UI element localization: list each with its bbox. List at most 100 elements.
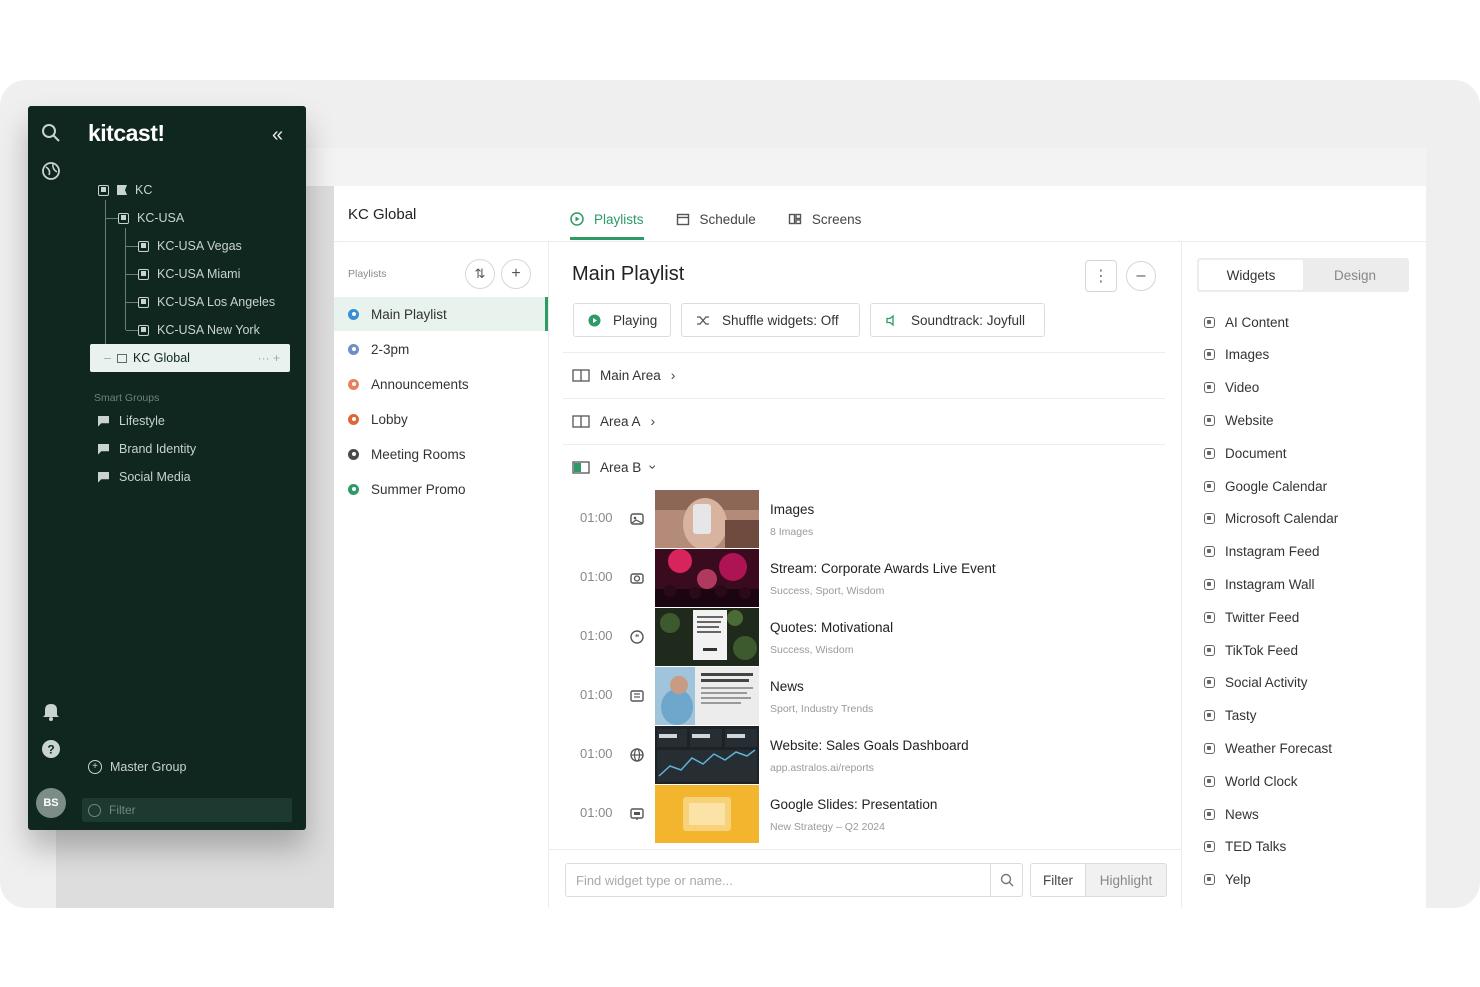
widget-type-item[interactable]: Google Calendar <box>1204 476 1327 496</box>
tab-screens[interactable]: Screens <box>788 206 861 232</box>
playlist-item[interactable]: Meeting Rooms <box>334 437 548 471</box>
widget-type-icon <box>1204 447 1215 459</box>
checkbox-icon[interactable] <box>138 296 149 308</box>
widget-row[interactable]: 01:00 Google Slides: Presentation New Stra… <box>580 785 1140 844</box>
tree-connector <box>105 200 106 352</box>
widget-search-input[interactable]: Find widget type or name... <box>565 863 1023 897</box>
playlist-item[interactable]: 2-3pm <box>334 332 548 366</box>
area-divider <box>563 444 1165 445</box>
sidebar-filter-input[interactable]: Filter <box>82 798 292 822</box>
highlight-button[interactable]: Highlight <box>1085 863 1167 897</box>
widget-type-item[interactable]: TikTok Feed <box>1204 640 1298 660</box>
widget-type-label: Instagram Feed <box>1225 544 1320 560</box>
widget-type-item[interactable]: World Clock <box>1204 771 1298 791</box>
widget-row[interactable]: 01:00 Stream: Corporate Awards Live Event… <box>580 549 1140 608</box>
collapse-sidebar-icon[interactable]: « <box>272 124 283 147</box>
widget-type-item[interactable]: Social Activity <box>1204 673 1308 693</box>
tab-widgets[interactable]: Widgets <box>1199 260 1303 290</box>
smart-group-item[interactable]: Social Media <box>98 467 191 487</box>
area-b[interactable]: Area B › <box>572 457 662 477</box>
widget-duration[interactable]: 01:00 <box>580 805 613 820</box>
widget-duration[interactable]: 01:00 <box>580 628 613 643</box>
collapse-playlist-button[interactable]: – <box>1126 261 1156 291</box>
widget-row[interactable]: 01:00 Website: Sales Goals Dashboard app.a… <box>580 726 1140 785</box>
bell-icon[interactable] <box>40 700 62 722</box>
widget-type-item[interactable]: Instagram Wall <box>1204 574 1315 594</box>
tree-item-location[interactable]: KC-USA Los Angeles <box>138 291 275 313</box>
shuffle-button[interactable]: Shuffle widgets: Off <box>681 303 860 337</box>
row-actions[interactable]: ··· + <box>258 351 280 365</box>
tree-item-kc-usa[interactable]: KC-USA <box>118 207 184 229</box>
more-vertical-icon: ⋮ <box>1093 268 1109 285</box>
playlists-label: Playlists <box>348 268 387 280</box>
widget-type-item[interactable]: Images <box>1204 345 1269 365</box>
playlist-item[interactable]: Lobby <box>334 402 548 436</box>
tree-item-kc-global[interactable]: – KC Global ··· + <box>90 344 290 372</box>
sort-button[interactable]: ⇅ <box>465 259 495 289</box>
widget-duration[interactable]: 01:00 <box>580 569 613 584</box>
checkbox-icon[interactable] <box>118 212 129 224</box>
checkbox-icon[interactable] <box>138 268 149 280</box>
smart-group-item[interactable]: Lifestyle <box>98 411 165 431</box>
widget-type-label: Video <box>1225 380 1260 396</box>
widget-row[interactable]: 01:00 News Sport, Industry Trends <box>580 667 1140 726</box>
widget-type-item[interactable]: Document <box>1204 443 1287 463</box>
checkbox-icon[interactable] <box>98 184 109 196</box>
master-group[interactable]: + Master Group <box>88 760 186 774</box>
playlist-item[interactable]: Announcements <box>334 367 548 401</box>
tree-item-label: KC-USA Miami <box>157 267 241 281</box>
widget-type-item[interactable]: AI Content <box>1204 312 1289 332</box>
filter-button[interactable]: Filter <box>1030 863 1086 897</box>
tree-item-label: KC-USA Los Angeles <box>157 295 276 309</box>
widget-type-item[interactable]: Twitter Feed <box>1204 607 1299 627</box>
area-main[interactable]: Main Area › <box>572 365 675 385</box>
widget-type-item[interactable]: Tasty <box>1204 706 1257 726</box>
widget-type-item[interactable]: Instagram Feed <box>1204 542 1320 562</box>
soundtrack-button[interactable]: Soundtrack: Joyfull <box>870 303 1045 337</box>
widget-thumbnail[interactable] <box>655 608 759 666</box>
widget-thumbnail[interactable] <box>655 667 759 725</box>
widget-type-item[interactable]: Website <box>1204 410 1274 430</box>
widget-duration[interactable]: 01:00 <box>580 687 613 702</box>
widget-type-item[interactable]: Weather Forecast <box>1204 738 1332 758</box>
master-group-label: Master Group <box>110 760 187 774</box>
checkbox-icon[interactable] <box>138 324 149 336</box>
globe-icon[interactable] <box>40 160 62 182</box>
status-dot-icon <box>348 413 359 425</box>
widget-duration[interactable]: 01:00 <box>580 746 613 761</box>
smart-group-item[interactable]: Brand Identity <box>98 439 196 459</box>
widget-thumbnail[interactable] <box>655 490 759 548</box>
widget-type-item[interactable]: Yelp <box>1204 870 1251 890</box>
checkbox-icon[interactable] <box>138 240 149 252</box>
widget-thumbnail[interactable] <box>655 785 759 843</box>
tab-playlists[interactable]: Playlists <box>570 206 644 240</box>
add-playlist-button[interactable]: + <box>501 259 531 289</box>
widget-thumbnail[interactable] <box>655 549 759 607</box>
widget-row[interactable]: 01:00 ❝ Quotes: Motivational Success, Wisdo… <box>580 608 1140 667</box>
tab-schedule[interactable]: Schedule <box>676 206 756 232</box>
widget-type-item[interactable]: TED Talks <box>1204 837 1286 857</box>
avatar[interactable]: BS <box>36 788 66 818</box>
tree-item-label: KC-USA New York <box>157 323 260 337</box>
tree-item-location[interactable]: KC-USA Vegas <box>138 235 242 257</box>
tree-item-kc[interactable]: KC <box>98 179 152 201</box>
help-icon[interactable]: ? <box>40 738 62 760</box>
search-button[interactable] <box>990 863 1023 897</box>
playlist-item[interactable]: Main Playlist <box>334 297 548 331</box>
widget-type-item[interactable]: Video <box>1204 378 1259 398</box>
area-a[interactable]: Area A › <box>572 411 655 431</box>
widget-duration[interactable]: 01:00 <box>580 510 613 525</box>
tab-design[interactable]: Design <box>1303 260 1407 290</box>
playing-status-button[interactable]: Playing <box>573 303 671 337</box>
widget-row[interactable]: 01:00 Images 8 Images <box>580 490 1140 549</box>
tree-item-location[interactable]: KC-USA Miami <box>138 263 240 285</box>
more-options-button[interactable]: ⋮ <box>1085 260 1117 292</box>
tree-item-location[interactable]: KC-USA New York <box>138 319 260 341</box>
widget-type-item[interactable]: News <box>1204 804 1259 824</box>
search-icon[interactable] <box>40 122 62 144</box>
widget-thumbnail[interactable] <box>655 726 759 784</box>
playlist-item[interactable]: Summer Promo <box>334 472 548 506</box>
widget-type-label: Social Activity <box>1225 675 1308 691</box>
widget-type-label: Document <box>1225 445 1287 461</box>
widget-type-item[interactable]: Microsoft Calendar <box>1204 509 1338 529</box>
